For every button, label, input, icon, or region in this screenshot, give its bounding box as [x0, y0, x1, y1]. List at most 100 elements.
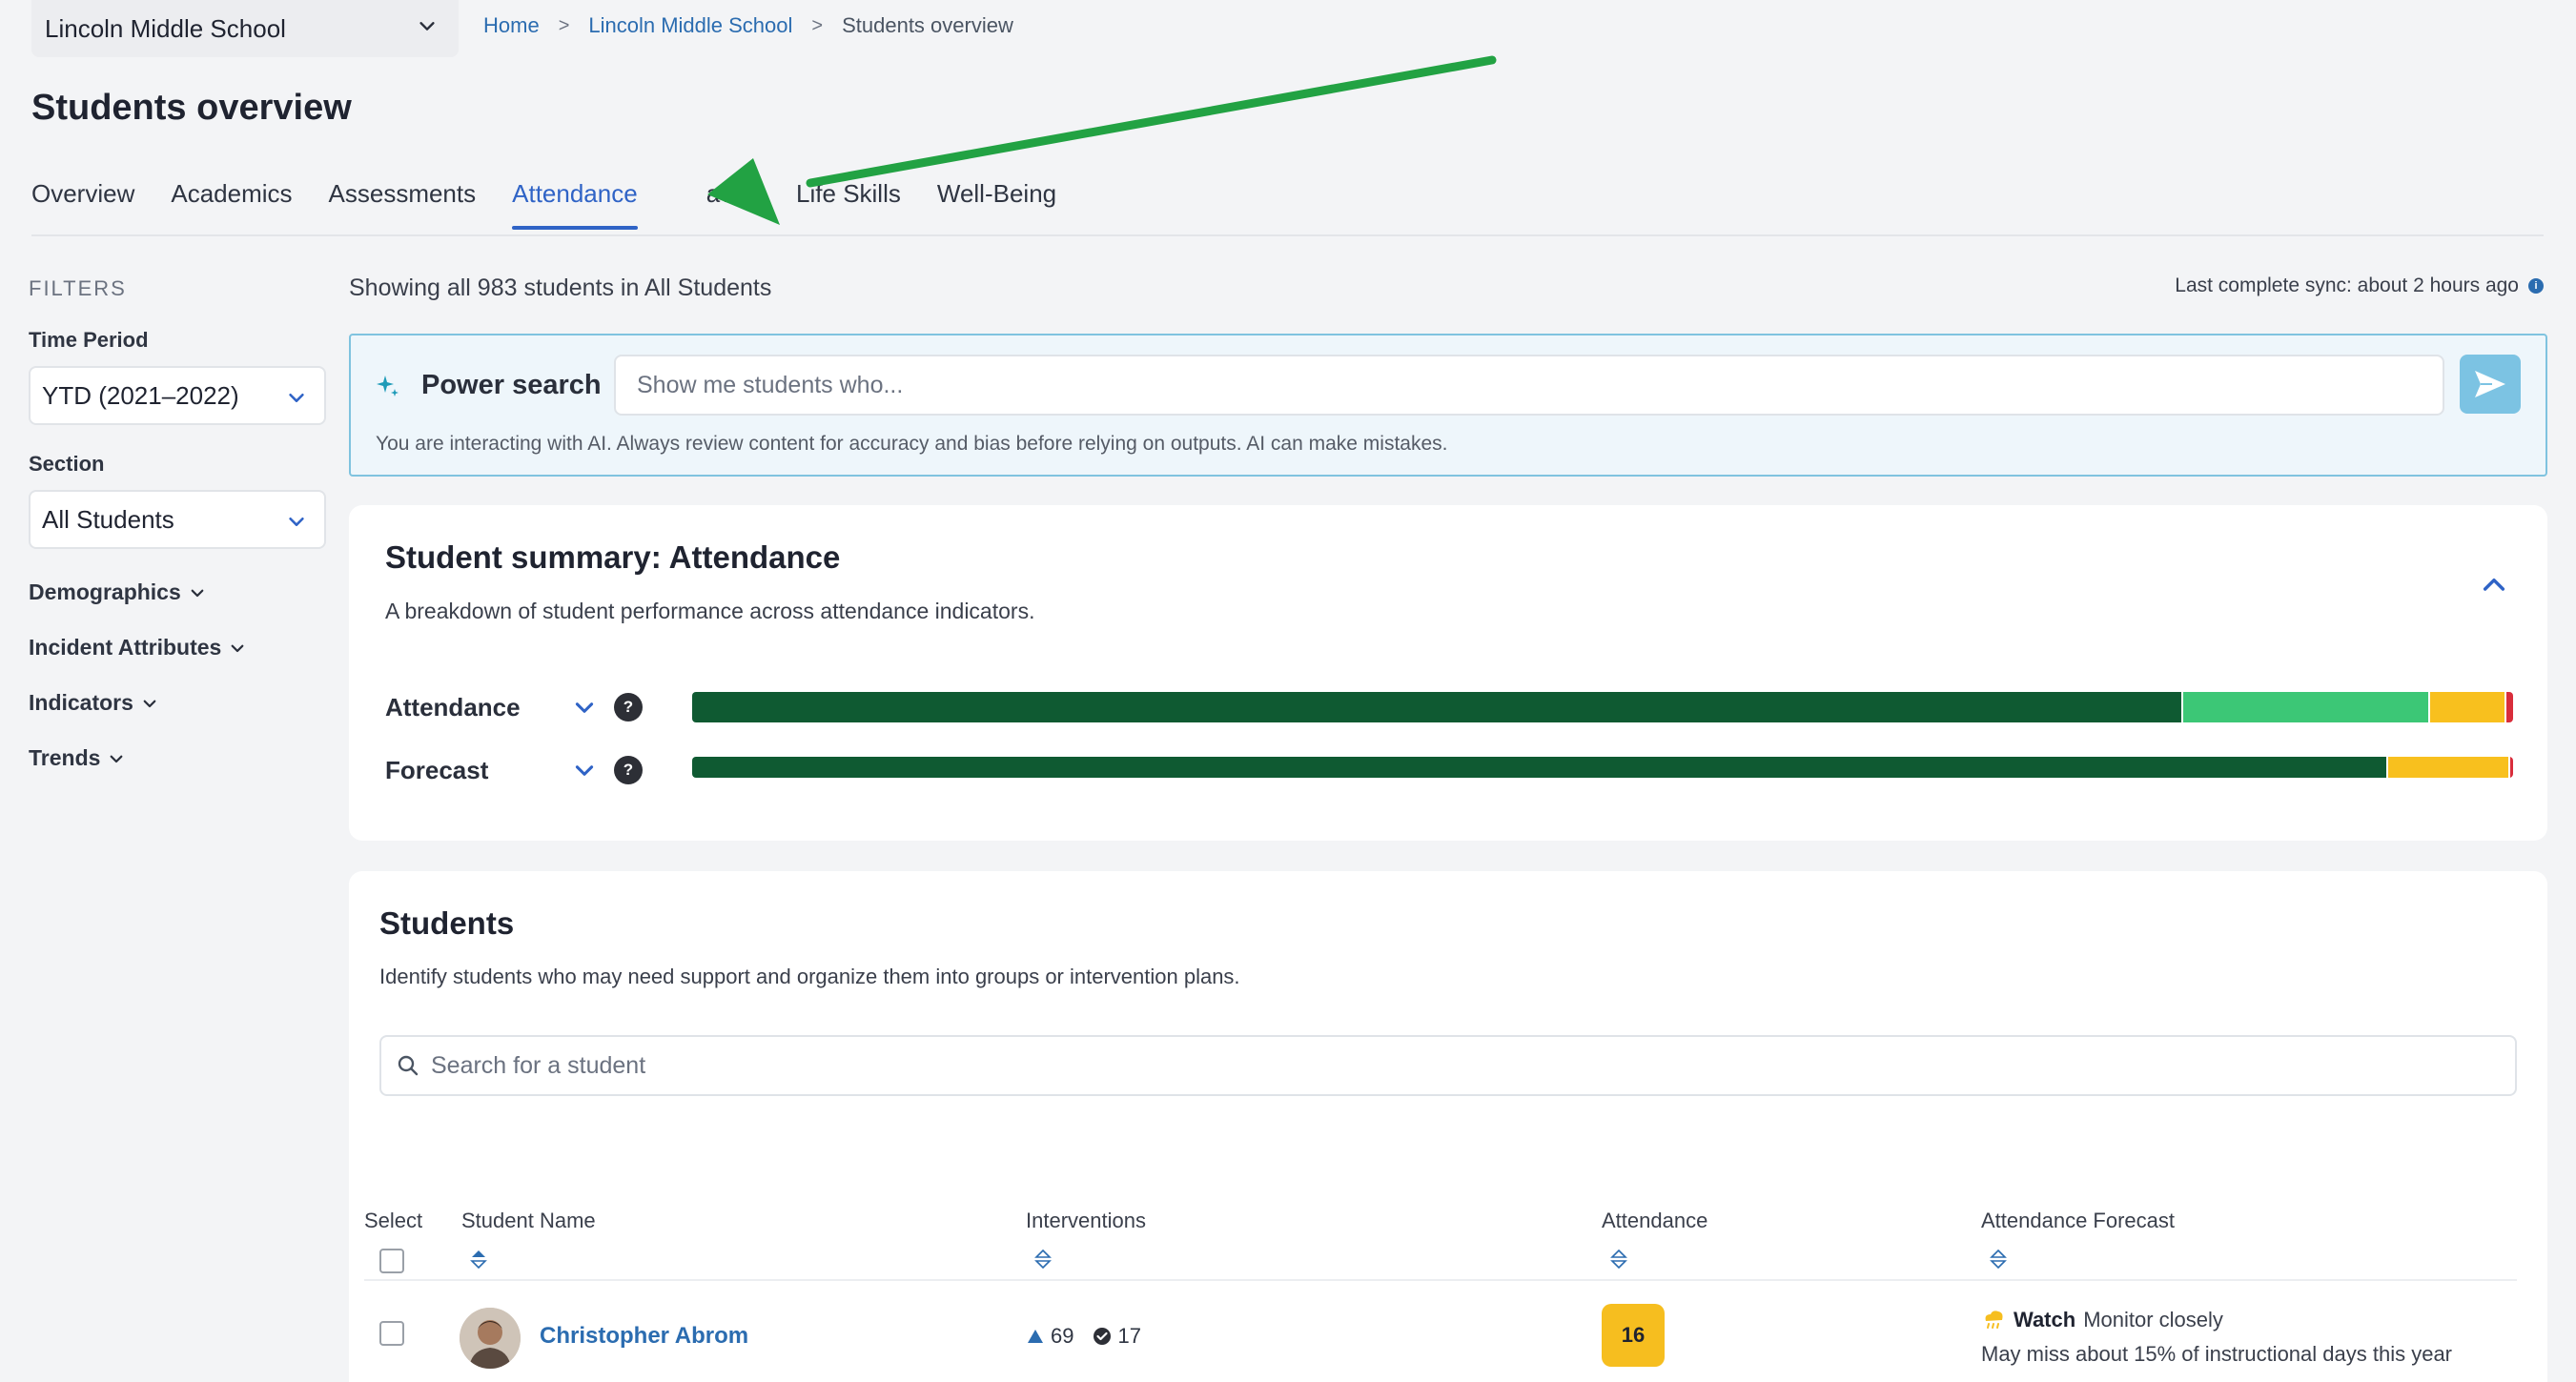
time-period-select[interactable]: YTD (2021–2022) — [29, 366, 326, 425]
check-circle-icon — [1094, 1328, 1112, 1345]
chevron-up-icon[interactable] — [2479, 570, 2509, 600]
indicator-row-forecast: Forecast ? — [385, 751, 643, 789]
showing-count: Showing all 983 students in All Students — [349, 274, 772, 301]
breadcrumb-separator: > — [558, 14, 570, 36]
chevron-down-icon — [191, 589, 204, 597]
tab-well-being[interactable]: Well-Being — [937, 179, 1056, 230]
column-header-attendance[interactable]: Attendance — [1602, 1209, 1707, 1233]
time-period-value: YTD (2021–2022) — [42, 380, 239, 410]
info-icon[interactable]: i — [2528, 278, 2544, 294]
section-select[interactable]: All Students — [29, 490, 326, 549]
bar-segment — [2181, 692, 2429, 722]
indicator-name: Forecast — [385, 755, 489, 784]
chevron-down-icon[interactable] — [572, 758, 597, 782]
chevron-down-icon — [143, 700, 156, 707]
chevron-down-icon[interactable] — [572, 695, 597, 720]
bar-segment — [692, 757, 2386, 778]
column-header-select: Select — [364, 1209, 423, 1232]
column-header-interventions[interactable]: Interventions — [1026, 1209, 1146, 1233]
filters-heading: FILTERS — [29, 276, 127, 300]
student-name-link[interactable]: Christopher Abrom — [540, 1323, 748, 1350]
forecast-action: Monitor closely — [2083, 1308, 2223, 1331]
help-icon[interactable]: ? — [614, 756, 643, 784]
trends-toggle[interactable]: Trends — [29, 745, 125, 771]
search-icon — [398, 1055, 419, 1076]
sort-icon[interactable] — [1989, 1249, 2008, 1270]
avatar-photo-icon — [460, 1308, 521, 1369]
tab-bar: Overview Academics Assessments Attendanc… — [31, 179, 1093, 230]
interventions-closed-count: 17 — [1117, 1324, 1141, 1348]
send-button[interactable] — [2460, 355, 2521, 414]
cloud-rain-icon — [1985, 1311, 2003, 1329]
sort-icon[interactable] — [1609, 1249, 1628, 1270]
incident-attributes-toggle[interactable]: Incident Attributes — [29, 635, 246, 661]
attendance-badge: 16 — [1602, 1304, 1665, 1367]
indicator-name: Attendance — [385, 692, 521, 721]
tab-academics[interactable]: Academics — [171, 179, 292, 230]
sort-icon[interactable] — [469, 1249, 488, 1270]
avatar — [460, 1308, 521, 1369]
bar-segment — [2428, 692, 2504, 722]
tab-attendance[interactable]: Attendance — [512, 179, 638, 230]
indicator-row-attendance: Attendance ? — [385, 688, 643, 726]
power-search-input[interactable]: Show me students who... — [614, 355, 2444, 416]
student-search-input[interactable]: Search for a student — [379, 1035, 2517, 1096]
send-icon — [2475, 371, 2505, 397]
breadcrumb: Home > Lincoln Middle School > Students … — [483, 13, 1013, 38]
interventions-open-count: 69 — [1051, 1324, 1074, 1348]
sort-icon[interactable] — [1033, 1249, 1053, 1270]
student-summary-card: Student summary: Attendance A breakdown … — [349, 505, 2547, 841]
help-icon[interactable]: ? — [614, 693, 643, 721]
tab-overview[interactable]: Overview — [31, 179, 134, 230]
forecast-detail: May miss about 15% of instructional days… — [1981, 1342, 2453, 1366]
forecast-bar — [692, 757, 2513, 778]
bar-segment — [692, 692, 2182, 722]
incident-attributes-toggle-label: Incident Attributes — [29, 635, 222, 660]
column-header-attendance-forecast[interactable]: Attendance Forecast — [1981, 1209, 2175, 1233]
demographics-toggle[interactable]: Demographics — [29, 579, 206, 605]
select-all-checkbox[interactable] — [379, 1249, 404, 1273]
chevron-down-icon — [289, 393, 304, 402]
breadcrumb-current: Students overview — [842, 13, 1013, 37]
bar-segment — [2385, 757, 2509, 778]
attendance-forecast: Watch Monitor closely May miss about 15%… — [1981, 1308, 2452, 1367]
chevron-down-icon — [111, 755, 123, 762]
tab-behavior[interactable]: avior — [706, 179, 760, 230]
bar-segment — [2504, 692, 2513, 722]
indicators-toggle[interactable]: Indicators — [29, 690, 158, 716]
tab-assessments[interactable]: Assessments — [329, 179, 477, 230]
forecast-status: Watch — [2014, 1308, 2076, 1331]
breadcrumb-home[interactable]: Home — [483, 13, 540, 38]
trends-toggle-label: Trends — [29, 745, 101, 770]
students-card: Students Identify students who may need … — [349, 871, 2547, 1382]
section-label: Section — [29, 452, 105, 476]
attendance-bar — [692, 692, 2513, 722]
breadcrumb-school[interactable]: Lincoln Middle School — [588, 13, 792, 38]
row-select-checkbox[interactable] — [379, 1321, 404, 1346]
breadcrumb-separator: > — [811, 14, 824, 36]
chevron-down-icon — [289, 517, 304, 526]
tabs-divider — [31, 234, 2544, 236]
summary-subtitle: A breakdown of student performance acros… — [385, 599, 1035, 623]
section-value: All Students — [42, 504, 174, 534]
school-select-label: Lincoln Middle School — [45, 13, 286, 43]
chevron-down-icon — [231, 644, 244, 652]
sync-status: Last complete sync: about 2 hours ago i — [2175, 274, 2544, 297]
student-search-placeholder: Search for a student — [431, 1051, 646, 1079]
power-search-panel: Power search Show me students who... You… — [349, 334, 2547, 477]
chevron-down-icon — [419, 22, 435, 30]
students-title: Students — [379, 905, 515, 941]
bar-segment — [2508, 757, 2513, 778]
time-period-label: Time Period — [29, 328, 149, 352]
table-divider — [364, 1279, 2517, 1281]
tab-life-skills[interactable]: Life Skills — [796, 179, 901, 230]
sparkle-icon — [377, 376, 399, 396]
sync-status-text: Last complete sync: about 2 hours ago — [2175, 274, 2519, 296]
students-subtitle: Identify students who may need support a… — [379, 965, 1240, 988]
indicators-toggle-label: Indicators — [29, 690, 133, 715]
demographics-toggle-label: Demographics — [29, 579, 181, 604]
column-header-student-name[interactable]: Student Name — [461, 1209, 596, 1233]
interventions-summary: 69 17 — [1026, 1324, 1141, 1349]
summary-title: Student summary: Attendance — [385, 539, 841, 575]
school-select[interactable]: Lincoln Middle School — [31, 0, 459, 57]
